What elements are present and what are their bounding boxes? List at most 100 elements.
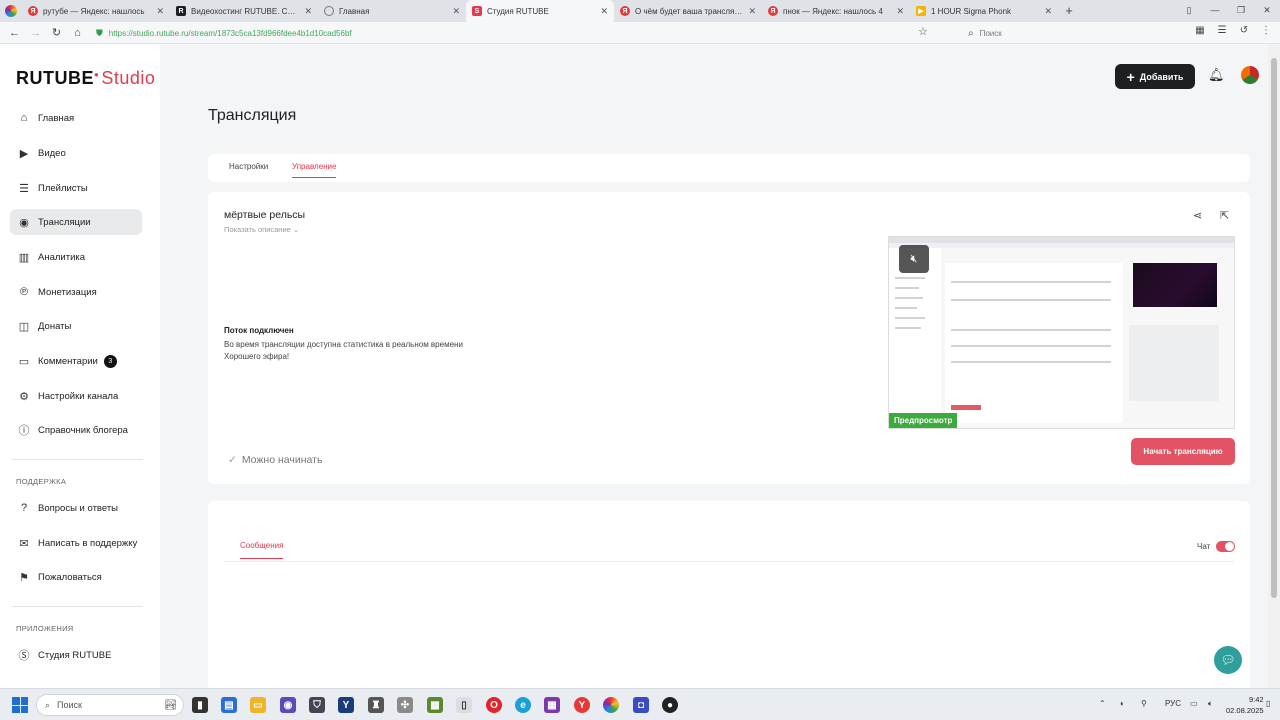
app-shield-icon[interactable]: ⛉ bbox=[309, 697, 325, 713]
yandex-browser-icon[interactable]: Y bbox=[574, 697, 590, 713]
address-bar[interactable]: ⛊ https://studio.rutube.ru/stream/1873c5… bbox=[96, 25, 946, 41]
tab-settings[interactable]: Настройки bbox=[229, 162, 268, 177]
avatar[interactable] bbox=[1241, 66, 1259, 84]
show-description-link[interactable]: Показать описание ⌄ bbox=[224, 225, 299, 234]
windows-start-icon[interactable] bbox=[12, 697, 28, 713]
sidebar-item-broadcasts[interactable]: ◉ Трансляции bbox=[10, 209, 142, 235]
open-external-icon[interactable]: ⇱ bbox=[1220, 209, 1229, 222]
history-icon[interactable]: ↺ bbox=[1236, 25, 1252, 36]
new-tab-icon[interactable]: + bbox=[1058, 0, 1080, 22]
youtube-icon: ▶ bbox=[916, 6, 926, 16]
close-tab-icon[interactable]: ✕ bbox=[1044, 6, 1052, 17]
comments-count-badge: 3 bbox=[103, 354, 117, 368]
clock[interactable]: 9:42 02.08.2025 bbox=[1226, 694, 1264, 716]
browser-tab[interactable]: Главная ✕ bbox=[318, 0, 466, 22]
sidebar-divider bbox=[12, 606, 143, 607]
preview-screen-line bbox=[951, 345, 1111, 347]
close-tab-icon[interactable]: ✕ bbox=[896, 6, 904, 17]
sidebar-item-channel-settings[interactable]: ⚙ Настройки канала bbox=[10, 383, 142, 409]
volume-icon[interactable]: 🔈︎ bbox=[1208, 699, 1213, 709]
maximize-icon[interactable]: ❐ bbox=[1228, 0, 1254, 22]
network-icon[interactable]: ▭ bbox=[1190, 699, 1198, 708]
taskbar-search-input[interactable]: ⌕ Поиск 🏞︎ bbox=[36, 694, 184, 716]
tab-management[interactable]: Управление bbox=[292, 162, 337, 178]
extensions-icon[interactable]: ▦ bbox=[1192, 25, 1208, 36]
rutube-icon: R bbox=[176, 6, 186, 16]
sidebar-item-video[interactable]: ▶ Видео bbox=[10, 140, 142, 166]
browser-tab[interactable]: Япнок — Яндекс: нашлось 4 ✕ bbox=[762, 0, 910, 22]
task-view-icon[interactable]: ▮ bbox=[192, 697, 208, 713]
add-button[interactable]: + Добавить bbox=[1115, 64, 1195, 89]
preview-screen-line bbox=[951, 329, 1111, 331]
browser-tab[interactable]: ЯО чём будет ваша трансляция ✕ bbox=[614, 0, 762, 22]
home-browser-icon[interactable]: ⌂ bbox=[67, 27, 88, 39]
close-tab-icon[interactable]: ✕ bbox=[156, 6, 164, 17]
game-icon[interactable]: ◉ bbox=[280, 697, 296, 713]
browser-taskbar-icon[interactable] bbox=[603, 697, 619, 713]
close-tab-icon[interactable]: ✕ bbox=[452, 6, 460, 17]
chat-card: Сообщения Чат bbox=[208, 501, 1250, 688]
app-bird-icon[interactable]: ✣ bbox=[397, 697, 413, 713]
app-y-icon[interactable]: Y bbox=[338, 697, 354, 713]
sidebar-item-comments[interactable]: ▭ Комментарии 3 bbox=[10, 348, 142, 374]
forward-icon[interactable]: → bbox=[25, 27, 46, 39]
close-window-icon[interactable]: ✕ bbox=[1254, 0, 1280, 22]
close-tab-icon[interactable]: ✕ bbox=[304, 6, 312, 17]
browser-search-input[interactable]: ⌕ Поиск bbox=[968, 25, 1176, 41]
help-chat-icon[interactable]: 💬︎ bbox=[1214, 646, 1242, 674]
sidebar-item-monetization[interactable]: ℗ Монетизация bbox=[10, 279, 142, 305]
tray-chevron-icon[interactable]: ⌃ bbox=[1099, 699, 1106, 708]
mute-icon[interactable]: 🔇︎ bbox=[899, 245, 929, 273]
donate-icon: ◫ bbox=[18, 320, 30, 333]
tab-messages[interactable]: Сообщения bbox=[240, 541, 284, 559]
language-indicator[interactable]: РУС bbox=[1165, 699, 1181, 708]
collections-icon[interactable]: ☰ bbox=[1214, 25, 1230, 36]
search-icon: ⌕ bbox=[45, 699, 51, 710]
browser-tab-active[interactable]: S Студия RUTUBE ✕ bbox=[466, 0, 614, 22]
sidebar-item-studio-app[interactable]: Ⓢ Студия RUTUBE bbox=[10, 642, 142, 668]
sidebar-item-home[interactable]: ⌂ Главная bbox=[10, 105, 142, 131]
bookmarks-icon[interactable]: ▯ bbox=[1176, 0, 1202, 22]
browser-tab[interactable]: R Видеохостинг RUTUBE. Смотр ✕ bbox=[170, 0, 318, 22]
bookmark-star-icon[interactable]: ☆ bbox=[918, 25, 928, 38]
chat-toggle[interactable] bbox=[1216, 541, 1235, 552]
store-icon[interactable]: ▤ bbox=[221, 697, 237, 713]
back-icon[interactable]: ← bbox=[4, 27, 25, 39]
app-crest-icon[interactable]: ♜ bbox=[368, 697, 384, 713]
close-tab-icon[interactable]: ✕ bbox=[748, 6, 756, 17]
sidebar-item-donations[interactable]: ◫ Донаты bbox=[10, 313, 142, 339]
sidebar-item-faq[interactable]: ? Вопросы и ответы bbox=[10, 495, 142, 521]
sidebar-item-playlists[interactable]: ☰ Плейлисты bbox=[10, 175, 142, 201]
sidebar-item-analytics[interactable]: ▥ Аналитика bbox=[10, 244, 142, 270]
explorer-icon[interactable]: ▭ bbox=[250, 697, 266, 713]
reload-icon[interactable]: ↻ bbox=[46, 26, 67, 39]
support-heading: ПОДДЕРЖКА bbox=[16, 477, 67, 486]
tray-app-icon[interactable]: ◐ bbox=[1120, 699, 1125, 708]
browser-tab[interactable]: Ярутубе — Яндекс: нашлось ✕ bbox=[22, 0, 170, 22]
notepad-icon[interactable]: ▯ bbox=[456, 697, 472, 713]
sidebar-item-contact-support[interactable]: ✉ Написать в поддержку bbox=[10, 530, 142, 556]
browser-tab[interactable]: ▶ 1 HOUR Sigma Phonk ✕ bbox=[910, 0, 1058, 22]
app-purple-icon[interactable]: ◘ bbox=[633, 697, 649, 713]
page-scrollbar[interactable] bbox=[1268, 44, 1280, 688]
sidebar-item-blogger-guide[interactable]: ⓘ Справочник блогера bbox=[10, 417, 142, 443]
app-dark-icon[interactable]: ● bbox=[662, 697, 678, 713]
stream-preview[interactable]: 🔇︎ Предпросмотр bbox=[888, 236, 1235, 429]
notification-center-icon[interactable]: ▯ bbox=[1266, 699, 1270, 708]
notifications-bell-icon[interactable]: 🔔︎ bbox=[1208, 67, 1225, 83]
start-stream-button[interactable]: Начать трансляцию bbox=[1131, 438, 1235, 465]
stream-status-text: Во время трансляции доступна статистика … bbox=[224, 340, 463, 361]
minecraft-icon[interactable]: ▩ bbox=[427, 697, 443, 713]
close-tab-icon[interactable]: ✕ bbox=[600, 6, 608, 17]
winrar-icon[interactable]: ▦ bbox=[544, 697, 560, 713]
tray-pen-icon[interactable]: ⚲ bbox=[1141, 699, 1147, 708]
edge-icon[interactable]: e bbox=[515, 697, 531, 713]
sidebar-item-report[interactable]: ⚑ Пожаловаться bbox=[10, 564, 142, 590]
chevron-down-icon: ⌄ bbox=[292, 225, 300, 234]
opera-icon[interactable]: O bbox=[486, 697, 502, 713]
rutube-studio-logo[interactable]: RUTUBE● Studio bbox=[16, 68, 155, 89]
browser-menu-icon[interactable] bbox=[0, 0, 22, 22]
minimize-icon[interactable]: — bbox=[1202, 0, 1228, 22]
menu-icon[interactable]: ⋮ bbox=[1258, 25, 1274, 36]
share-icon[interactable]: ⋖ bbox=[1193, 209, 1202, 222]
